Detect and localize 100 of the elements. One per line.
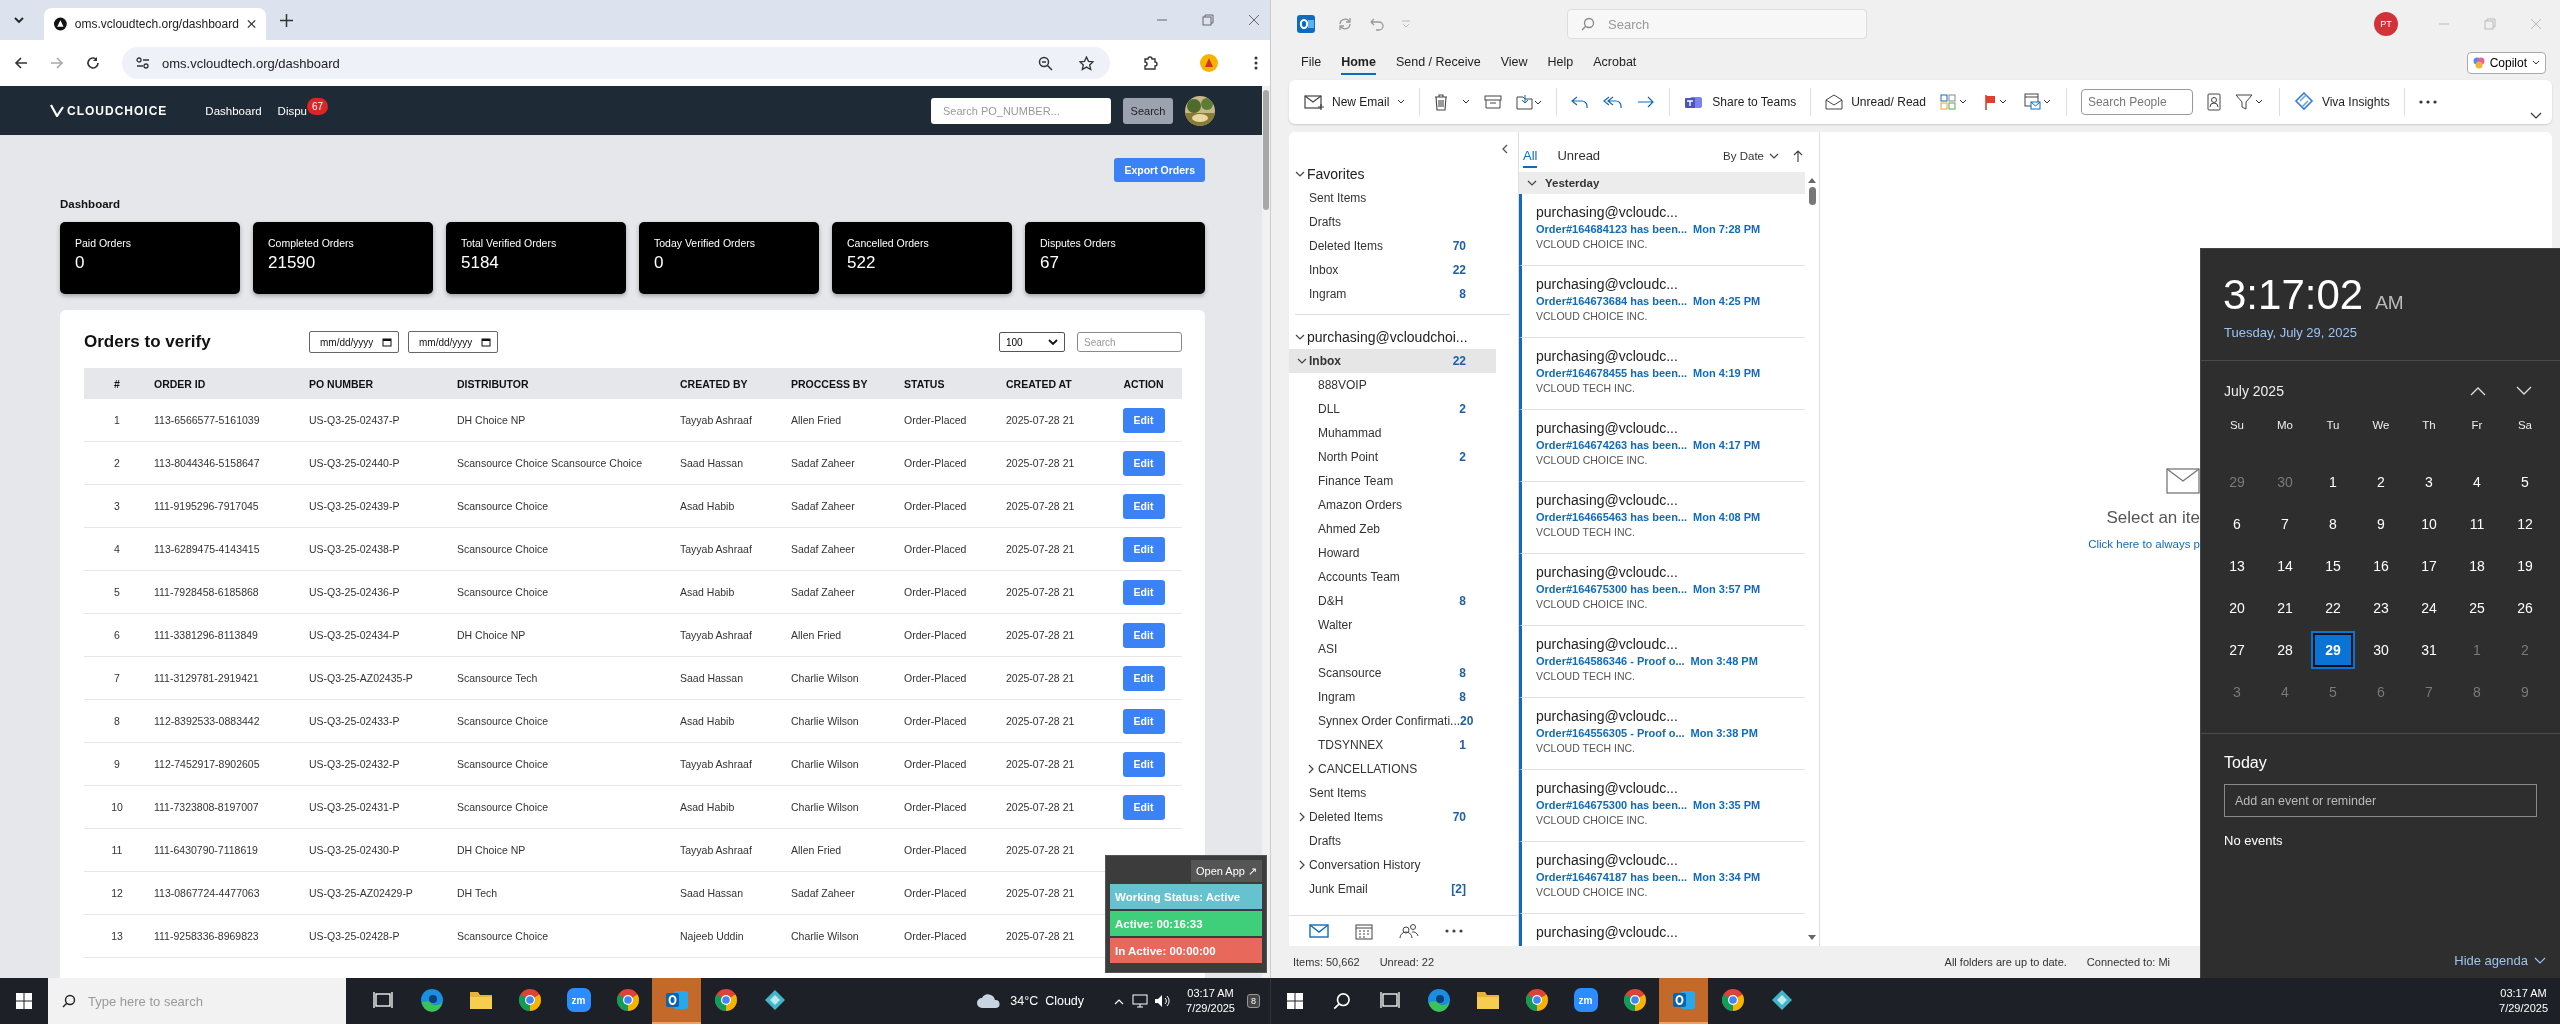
- page-size-select[interactable]: 100: [999, 332, 1065, 352]
- month-title[interactable]: July 2025: [2224, 383, 2284, 399]
- move-folder-icon[interactable]: [1516, 94, 1543, 110]
- site-logo[interactable]: CLOUDCHOICE: [67, 103, 168, 118]
- volume-icon[interactable]: [1154, 994, 1171, 1008]
- copilot-button[interactable]: Copilot: [2466, 52, 2546, 74]
- group-header[interactable]: Yesterday: [1519, 172, 1805, 194]
- nav-link[interactable]: Dispu: [277, 104, 307, 117]
- folder-item[interactable]: Sent Items: [1289, 781, 1496, 805]
- mail-icon[interactable]: [1309, 924, 1329, 938]
- preview-link[interactable]: Click here to always p: [2088, 538, 2200, 550]
- search-field[interactable]: Search: [1077, 332, 1182, 352]
- message-item[interactable]: purchasing@vcloudc... Order#164674263 has been... Mon 4:17 PM VCLOUD CHOICE INC.: [1519, 410, 1805, 482]
- calendar-day[interactable]: 5: [2503, 463, 2547, 501]
- unread-read-button[interactable]: Unread/ Read: [1825, 94, 1926, 110]
- reload-icon[interactable]: [86, 56, 100, 70]
- extensions-icon[interactable]: [1142, 55, 1158, 71]
- folder-item[interactable]: ASI: [1289, 637, 1496, 661]
- chevron-up-icon[interactable]: [2470, 386, 2486, 396]
- folder-item[interactable]: Ingram 8: [1289, 282, 1496, 306]
- folder-item[interactable]: Inbox 22: [1289, 349, 1496, 373]
- calendar-day[interactable]: 15: [2311, 547, 2355, 585]
- start-icon[interactable]: [1287, 993, 1303, 1009]
- message-item[interactable]: purchasing@vcloudc... Order#164684123 has been... Mon 7:28 PM VCLOUD CHOICE INC.: [1519, 194, 1805, 266]
- share-to-teams-button[interactable]: Share to Teams: [1684, 94, 1797, 110]
- calendar-day[interactable]: 18: [2455, 547, 2499, 585]
- sort-dropdown[interactable]: By Date: [1723, 150, 1779, 162]
- search-icon[interactable]: [1333, 992, 1351, 1010]
- calendar-day[interactable]: 1: [2311, 463, 2355, 501]
- back-icon[interactable]: [14, 56, 28, 70]
- more-icon[interactable]: [1445, 929, 1463, 933]
- address-bar[interactable]: oms.vcloudtech.org/dashboard: [122, 47, 1110, 79]
- chevron-icon[interactable]: [1306, 764, 1316, 774]
- taskbar-clock[interactable]: 03:17 AM 7/29/2025: [1186, 986, 1235, 1016]
- reply-all-icon[interactable]: [1603, 95, 1624, 109]
- folder-item[interactable]: Junk Email [2]: [1289, 877, 1496, 901]
- event-field[interactable]: Add an event or reminder: [2224, 784, 2537, 817]
- chevron-icon[interactable]: [1297, 356, 1307, 366]
- calendar-day[interactable]: 23: [2359, 589, 2403, 627]
- calendar-day[interactable]: 27: [2215, 631, 2259, 669]
- weather-text[interactable]: 34°C Cloudy: [1010, 994, 1085, 1008]
- new-email-button[interactable]: New Email: [1304, 94, 1406, 110]
- edit-button[interactable]: Edit: [1122, 536, 1165, 562]
- folder-item[interactable]: Sent Items: [1289, 186, 1496, 210]
- date-link[interactable]: Tuesday, July 29, 2025: [2201, 325, 2560, 340]
- folder-item[interactable]: Muhammad: [1289, 421, 1496, 445]
- close-icon[interactable]: [1248, 14, 1260, 26]
- export-orders-button[interactable]: Export Orders: [1114, 158, 1205, 182]
- new-tab-icon[interactable]: [280, 13, 293, 27]
- calendar-day[interactable]: 24: [2407, 589, 2451, 627]
- message-item[interactable]: purchasing@vcloudc... Order#164678455 has been... Mon 4:19 PM VCLOUD TECH INC.: [1519, 338, 1805, 410]
- folder-item[interactable]: DLL 2: [1289, 397, 1496, 421]
- edit-button[interactable]: Edit: [1122, 751, 1165, 777]
- network-icon[interactable]: [1132, 994, 1149, 1008]
- folder-item[interactable]: Ingram 8: [1289, 685, 1496, 709]
- viva-insights-button[interactable]: Viva Insights: [2293, 92, 2390, 112]
- calendar-day[interactable]: 22: [2311, 589, 2355, 627]
- taskbar-clock[interactable]: 03:17 AM 7/29/2025: [2499, 986, 2548, 1016]
- calendar-day[interactable]: 6: [2215, 505, 2259, 543]
- ribbon-tab[interactable]: Home: [1341, 51, 1376, 75]
- message-item[interactable]: purchasing@vcloudc... Order#164665463 has been... Mon 4:08 PM VCLOUD TECH INC.: [1519, 482, 1805, 554]
- collapse-icon[interactable]: [1502, 144, 1508, 154]
- folder-item[interactable]: TDSYNNEX 1: [1289, 733, 1496, 757]
- calendar-day[interactable]: 16: [2359, 547, 2403, 585]
- edit-button[interactable]: Edit: [1122, 622, 1165, 648]
- folder-item[interactable]: CANCELLATIONS: [1289, 757, 1496, 781]
- scrollbar[interactable]: [1262, 86, 1270, 978]
- calendar-day[interactable]: 4: [2455, 463, 2499, 501]
- scroll-down-icon[interactable]: [1807, 934, 1817, 942]
- folder-item[interactable]: Amazon Orders: [1289, 493, 1496, 517]
- archive-icon[interactable]: [1484, 95, 1503, 109]
- message-item[interactable]: purchasing@vcloudc... Order#164673684 has been... Mon 4:25 PM VCLOUD CHOICE INC.: [1519, 266, 1805, 338]
- edit-button[interactable]: Edit: [1122, 493, 1165, 519]
- folder-item[interactable]: Scansource 8: [1289, 661, 1496, 685]
- taskbar-search-field[interactable]: Type here to search: [48, 978, 346, 1024]
- folder-item[interactable]: Drafts: [1289, 210, 1496, 234]
- folder-item[interactable]: Accounts Team: [1289, 565, 1496, 589]
- calendar-day[interactable]: 26: [2503, 589, 2547, 627]
- close-icon[interactable]: [246, 19, 256, 29]
- ribbon-tab[interactable]: Help: [1547, 51, 1574, 75]
- calendar-day[interactable]: 10: [2407, 505, 2451, 543]
- folder-item[interactable]: North Point 2: [1289, 445, 1496, 469]
- folder-group-header[interactable]: Favorites: [1289, 162, 1518, 186]
- calendar-day[interactable]: 21: [2263, 589, 2307, 627]
- scroll-thumb[interactable]: [1808, 187, 1816, 205]
- browser-tab[interactable]: oms.vcloudtech.org/dashboard: [44, 8, 266, 40]
- folder-item[interactable]: Walter: [1289, 613, 1496, 637]
- calendar-day[interactable]: 9: [2359, 505, 2403, 543]
- people-icon[interactable]: [1399, 923, 1419, 939]
- ribbon-tab[interactable]: Acrobat: [1593, 51, 1637, 75]
- menu-icon[interactable]: [1254, 56, 1258, 70]
- folder-item[interactable]: Drafts: [1289, 829, 1496, 853]
- folder-item[interactable]: Deleted Items 70: [1289, 234, 1496, 258]
- search-button[interactable]: Search: [1123, 97, 1173, 124]
- forward-icon[interactable]: [1637, 96, 1656, 108]
- site-settings-icon[interactable]: [136, 57, 150, 69]
- date-field[interactable]: mm/dd/yyyy: [408, 331, 498, 353]
- edit-button[interactable]: Edit: [1122, 794, 1165, 820]
- chevron-icon[interactable]: [1297, 860, 1307, 870]
- calendar-day[interactable]: 28: [2263, 631, 2307, 669]
